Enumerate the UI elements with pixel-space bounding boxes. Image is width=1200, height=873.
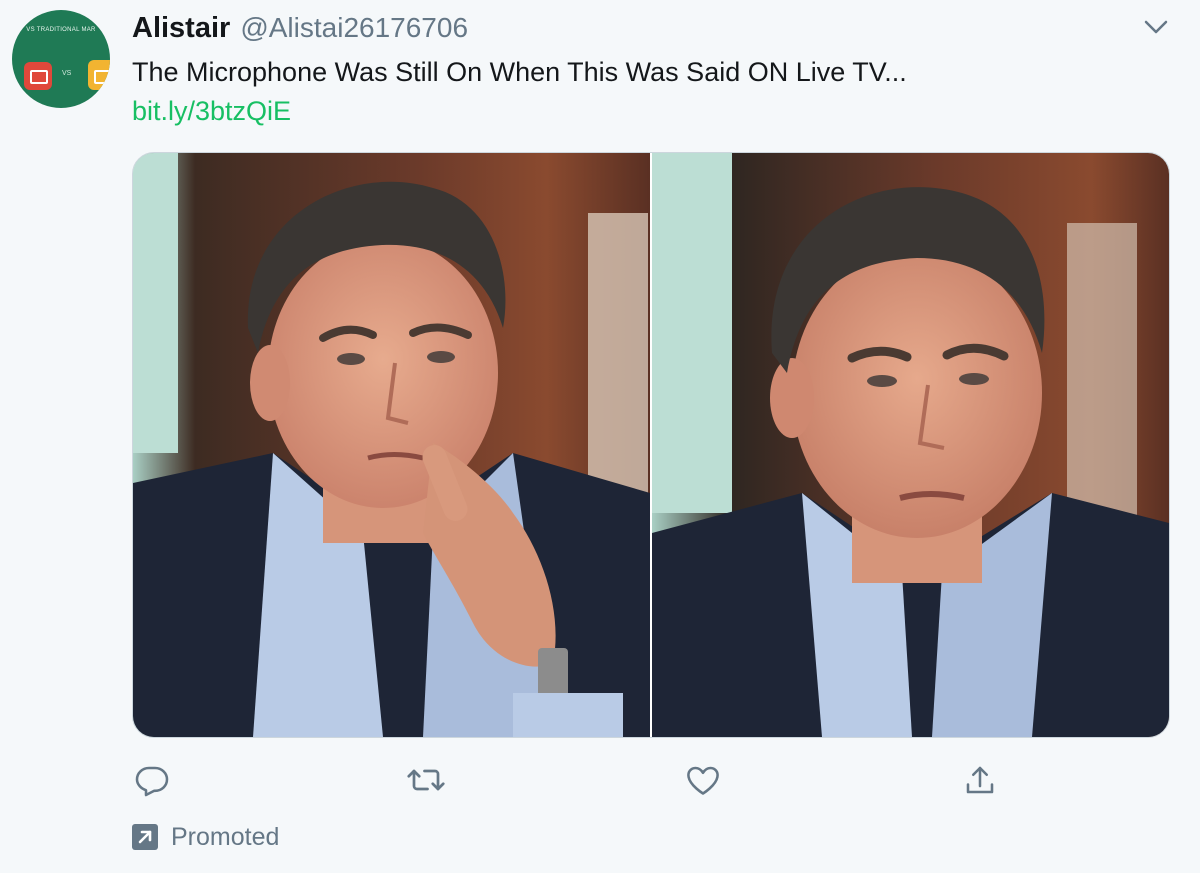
- heart-icon[interactable]: [683, 760, 723, 800]
- tweet-link[interactable]: bit.ly/3btzQiE: [132, 96, 291, 127]
- chevron-down-icon[interactable]: [1142, 16, 1170, 38]
- tweet-text: The Microphone Was Still On When This Wa…: [132, 57, 907, 87]
- newspaper-icon: [88, 60, 110, 90]
- avatar[interactable]: VS TRADITIONAL MAR VS: [12, 10, 110, 108]
- tweet-media[interactable]: [132, 152, 1170, 738]
- promoted-label: Promoted: [171, 822, 280, 851]
- reply-icon[interactable]: [132, 760, 172, 800]
- avatar-banner-text: VS TRADITIONAL MAR: [26, 27, 96, 33]
- promoted-indicator: Promoted: [132, 822, 279, 852]
- promoted-arrow-icon: [132, 824, 158, 850]
- author-name[interactable]: Alistair: [132, 12, 230, 45]
- retweet-icon[interactable]: [406, 760, 446, 800]
- share-icon[interactable]: [960, 760, 1000, 800]
- laptop-icon: [24, 62, 52, 90]
- man-touching-lip-photo[interactable]: [133, 153, 650, 737]
- tweet-actions: [132, 760, 1032, 800]
- man-frowning-photo[interactable]: [652, 153, 1169, 737]
- author-handle[interactable]: @Alistai26176706: [240, 12, 468, 44]
- avatar-vs-text: VS: [62, 70, 72, 77]
- tweet-header: Alistair @Alistai26176706: [132, 12, 468, 48]
